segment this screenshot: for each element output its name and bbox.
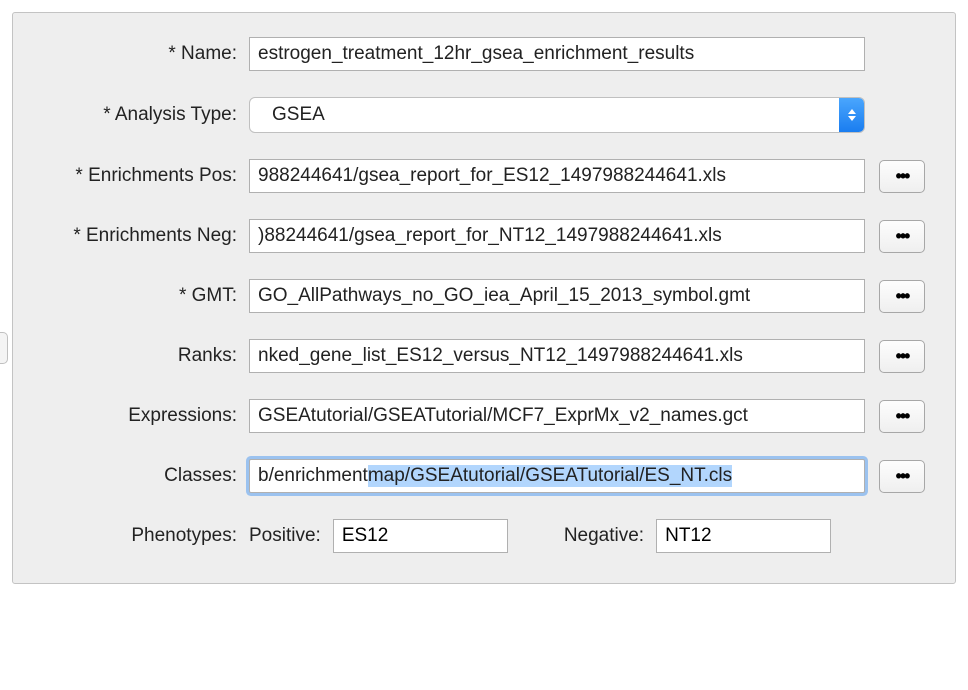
label-gmt: * GMT: xyxy=(43,285,249,307)
label-negative: Negative: xyxy=(564,525,644,547)
classes-browse-button[interactable]: ••• xyxy=(879,460,925,493)
expressions-browse-button[interactable]: ••• xyxy=(879,400,925,433)
row-enrich-neg: * Enrichments Neg: ••• xyxy=(43,219,925,253)
gmt-input[interactable] xyxy=(249,279,865,313)
label-expressions: Expressions: xyxy=(43,405,249,427)
row-classes: Classes: b/enrichmentmap/GSEAtutorial/GS… xyxy=(43,459,925,493)
row-name: * Name: xyxy=(43,37,925,71)
name-input[interactable] xyxy=(249,37,865,71)
label-enrich-pos: * Enrichments Pos: xyxy=(43,165,249,187)
ranks-input[interactable] xyxy=(249,339,865,373)
classes-text-pre: b/enrichment xyxy=(258,465,368,487)
enrich-neg-browse-button[interactable]: ••• xyxy=(879,220,925,253)
phen-positive-input[interactable] xyxy=(333,519,508,553)
enrich-pos-input[interactable] xyxy=(249,159,865,193)
gmt-browse-button[interactable]: ••• xyxy=(879,280,925,313)
ranks-browse-button[interactable]: ••• xyxy=(879,340,925,373)
enrich-pos-browse-button[interactable]: ••• xyxy=(879,160,925,193)
label-classes: Classes: xyxy=(43,465,249,487)
analysis-type-value: GSEA xyxy=(272,104,325,126)
updown-icon xyxy=(839,98,864,132)
phen-negative-input[interactable] xyxy=(656,519,831,553)
row-expressions: Expressions: ••• xyxy=(43,399,925,433)
classes-text-selection: map/GSEAtutorial/GSEATutorial/ES_NT.cls xyxy=(368,465,732,487)
label-positive: Positive: xyxy=(249,525,321,547)
label-phenotypes: Phenotypes: xyxy=(43,525,249,547)
row-enrich-pos: * Enrichments Pos: ••• xyxy=(43,159,925,193)
label-ranks: Ranks: xyxy=(43,345,249,367)
row-analysis-type: * Analysis Type: GSEA xyxy=(43,97,925,133)
label-analysis-type: * Analysis Type: xyxy=(43,104,249,126)
enrich-neg-input[interactable] xyxy=(249,219,865,253)
form-panel: * Name: * Analysis Type: GSEA * Enrichme… xyxy=(12,12,956,584)
expressions-input[interactable] xyxy=(249,399,865,433)
analysis-type-select[interactable]: GSEA xyxy=(249,97,865,133)
row-ranks: Ranks: ••• xyxy=(43,339,925,373)
classes-input[interactable]: b/enrichmentmap/GSEAtutorial/GSEATutoria… xyxy=(249,459,865,493)
label-name: * Name: xyxy=(43,43,249,65)
row-gmt: * GMT: ••• xyxy=(43,279,925,313)
row-phenotypes: Phenotypes: Positive: Negative: xyxy=(43,519,925,553)
side-collapsed-tab[interactable] xyxy=(0,332,8,364)
label-enrich-neg: * Enrichments Neg: xyxy=(43,225,249,247)
